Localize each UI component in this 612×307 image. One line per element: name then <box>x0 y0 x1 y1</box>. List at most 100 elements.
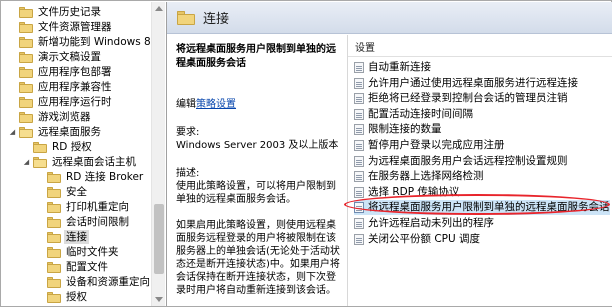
folder-icon <box>19 21 33 33</box>
policy-setting-icon <box>354 140 364 151</box>
tree-item-label: 远程桌面会话主机 <box>52 156 136 168</box>
scroll-up-icon[interactable] <box>155 6 163 11</box>
tree-item-label: RD 授权 <box>52 141 92 153</box>
policy-setting-label: 选择 RDP 传输协议 <box>368 185 460 198</box>
policy-setting-label: 配置活动连接时间间隔 <box>368 107 473 120</box>
policy-setting-row[interactable]: 限制连接的数量 <box>354 122 610 137</box>
policy-setting-icon <box>354 155 364 167</box>
folder-icon <box>19 111 33 123</box>
settings-column-header[interactable]: 设置 <box>348 41 612 57</box>
tree-item[interactable]: RD 连接 Broker <box>36 170 145 184</box>
policy-setting-icon <box>354 62 364 73</box>
open-folder-icon <box>19 126 33 138</box>
tree-item-label: 会话时间限制 <box>66 216 129 228</box>
edit-policy-line: 编辑策略设置 <box>176 98 342 111</box>
tree-item[interactable]: 文件历史记录 <box>8 5 103 19</box>
folder-icon <box>47 291 61 303</box>
folder-icon <box>19 36 33 48</box>
policy-setting-label: 允许用户通过使用远程桌面服务进行远程连接 <box>368 76 578 89</box>
edit-policy-link[interactable]: 策略设置 <box>196 99 236 110</box>
tree-item[interactable]: 演示文稿设置 <box>8 50 103 64</box>
category-title: 连接 <box>203 12 230 27</box>
policy-setting-label: 在服务器上选择网络检测 <box>368 170 484 183</box>
scroll-thumb[interactable] <box>154 204 164 274</box>
tree-item[interactable]: 应用程序兼容性 <box>8 80 114 94</box>
policy-setting-row[interactable]: 选择 RDP 传输协议 <box>354 185 610 200</box>
policy-setting-icon <box>354 108 364 120</box>
tree-item-label: 远程桌面服务 <box>38 126 101 138</box>
policy-setting-icon <box>354 218 364 229</box>
folder-icon <box>47 276 61 288</box>
requirements-label: 要求: <box>176 127 200 138</box>
tree-item[interactable]: 设备和资源重定向 <box>36 275 152 289</box>
policy-setting-row[interactable]: 关闭公平份额 CPU 调度 <box>354 232 610 247</box>
description-label: 描述: <box>176 168 200 179</box>
tree-item[interactable]: 连接 <box>36 230 89 244</box>
policy-setting-icon <box>354 171 364 183</box>
folder-icon <box>19 96 33 108</box>
folder-icon <box>47 231 61 243</box>
folder-icon <box>47 186 61 198</box>
policy-setting-icon <box>354 124 364 136</box>
tree-item[interactable]: 会话时间限制 <box>36 215 131 229</box>
policy-setting-label: 关闭公平份额 CPU 调度 <box>368 232 481 245</box>
tree-item[interactable]: 新增功能到 Windows 8 <box>8 35 153 49</box>
expand-arrow-icon[interactable]: ◢ <box>8 128 17 137</box>
edit-prefix: 编辑 <box>176 99 196 110</box>
policy-setting-row[interactable]: 暂停用户登录以完成应用注册 <box>354 138 610 153</box>
folder-icon <box>19 6 33 18</box>
tree-item-label: 应用程序包部署 <box>38 66 112 78</box>
tree-item-label: 配置文件 <box>66 261 108 273</box>
tree-item[interactable]: 游戏浏览器 <box>8 110 93 124</box>
tree-item[interactable]: 应用程序运行时 <box>8 95 114 109</box>
tree-item[interactable]: 应用程序包部署 <box>8 65 114 79</box>
tree-item[interactable]: 安全 <box>36 185 89 199</box>
policy-setting-label: 暂停用户登录以完成应用注册 <box>368 139 505 151</box>
tree-item-label: RD 连接 Broker <box>66 171 144 183</box>
policy-setting-row[interactable]: 为远程桌面服务用户会话远程控制设置规则 <box>354 154 610 169</box>
expand-arrow-icon[interactable]: ◢ <box>22 158 31 167</box>
folder-icon <box>19 66 33 78</box>
policy-setting-label: 限制连接的数量 <box>368 123 442 136</box>
tree-item[interactable]: 打印机重定向 <box>36 200 131 214</box>
policy-title: 将远程桌面服务用户限制到单独的远程桌面服务会话 <box>176 44 336 69</box>
tree-item-label: 临时文件夹 <box>66 246 119 258</box>
policy-setting-row[interactable]: 拒绝将已经登录到控制台会话的管理员注销 <box>354 91 610 106</box>
policy-setting-row[interactable]: 允许远程启动未列出的程序 <box>354 216 610 231</box>
settings-list: 设置 自动重新连接 允许用户通过使用远程桌面服务进行远程连接 拒绝将已经登录到控制台… <box>347 35 612 306</box>
tree-item[interactable]: RD 授权 <box>22 140 94 154</box>
policy-setting-label: 将远程桌面服务用户限制到单独的远程桌面服务会话 <box>368 201 610 214</box>
tree-item[interactable]: ◢ 远程桌面服务 <box>8 125 103 139</box>
tree-item-label: 演示文稿设置 <box>38 51 101 63</box>
policy-setting-icon <box>354 77 364 89</box>
policy-setting-row[interactable]: 允许用户通过使用远程桌面服务进行远程连接 <box>354 76 610 91</box>
tree-item-label: 打印机重定向 <box>66 201 129 213</box>
scroll-down-icon[interactable] <box>155 297 163 302</box>
policy-setting-row[interactable]: 在服务器上选择网络检测 <box>354 169 610 184</box>
policy-setting-row[interactable]: 配置活动连接时间间隔 <box>354 107 610 122</box>
policy-setting-icon <box>354 202 364 214</box>
policy-setting-label: 拒绝将已经登录到控制台会话的管理员注销 <box>368 92 568 105</box>
policy-setting-row[interactable]: 自动重新连接 <box>354 60 610 75</box>
tree-item[interactable]: 文件资源管理器 <box>8 20 114 34</box>
tree-item[interactable]: 配置文件 <box>36 260 110 274</box>
tree-item[interactable]: 临时文件夹 <box>36 245 121 259</box>
tree-item[interactable]: ◢ 远程桌面会话主机 <box>22 155 138 169</box>
tree-item[interactable]: 授权 <box>36 290 89 304</box>
policy-setting-row[interactable]: 将远程桌面服务用户限制到单独的远程桌面服务会话 <box>354 200 610 216</box>
tree-scrollbar[interactable] <box>151 2 165 306</box>
tree-item-label: 设备和资源重定向 <box>66 276 150 288</box>
